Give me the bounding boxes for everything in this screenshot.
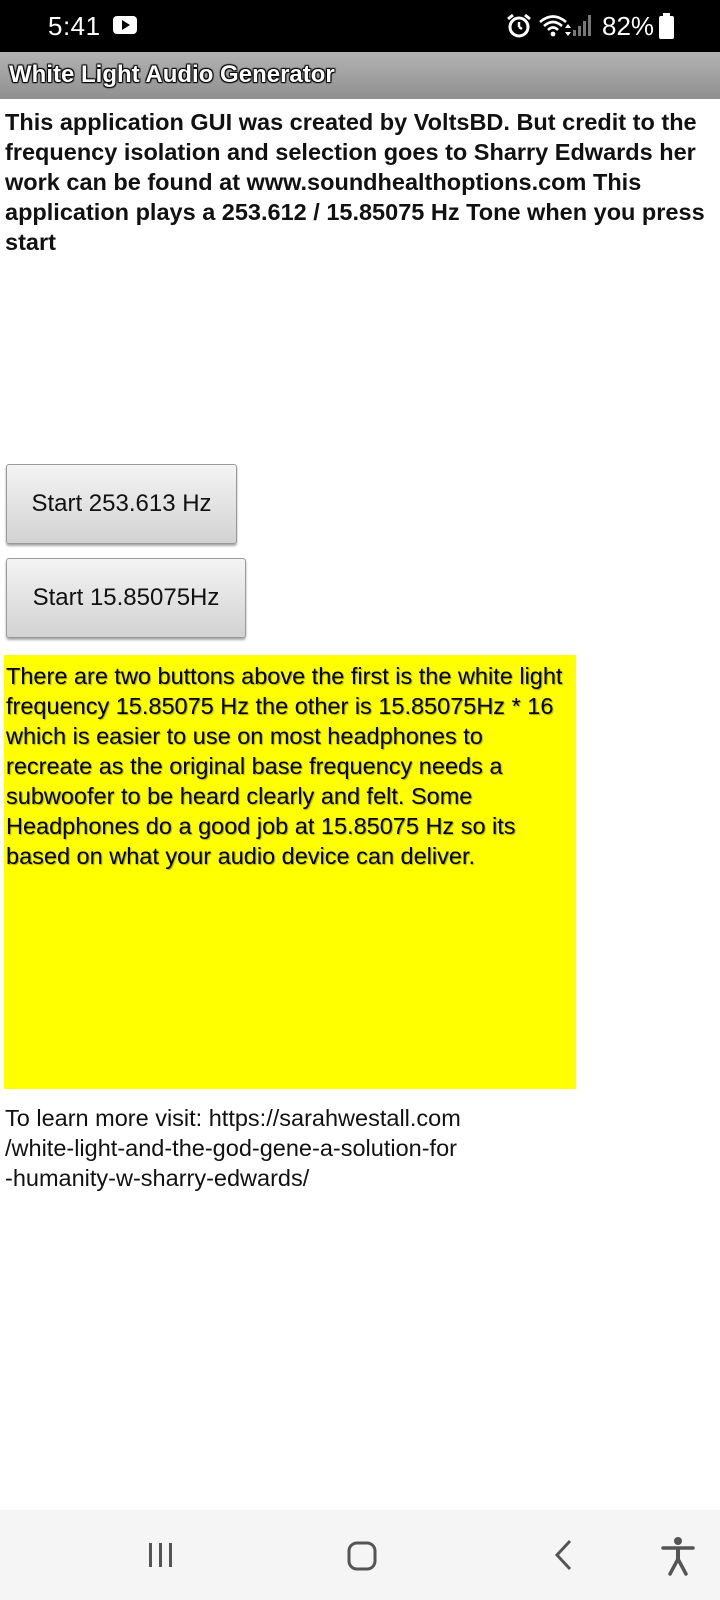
home-icon[interactable] [346,1540,378,1572]
wifi-icon [539,15,571,37]
status-time: 5:41 [48,11,101,41]
youtube-icon [113,16,137,34]
signal-icon [573,15,591,36]
info-box: There are two buttons above the first is… [4,655,576,1089]
info-text: There are two buttons above the first is… [6,663,563,869]
learn-more-text: To learn more visit: https://sarahwestal… [5,1105,461,1191]
app-title-bar: White Light Audio Generator [0,52,720,99]
back-icon[interactable] [553,1538,573,1572]
intro-text: This application GUI was created by Volt… [5,109,705,255]
app-title: White Light Audio Generator [9,61,335,88]
start-253-hz-button[interactable]: Start 253.613 Hz [6,464,237,544]
navigation-bar [0,1510,720,1600]
status-bar: 5:41 82% [0,0,720,52]
battery-percentage: 82% [602,11,655,41]
alarm-icon [507,13,531,38]
start-15-hz-button[interactable]: Start 15.85075Hz [6,558,246,638]
recent-apps-icon[interactable] [146,1540,176,1570]
accessibility-icon[interactable] [660,1536,696,1576]
battery-icon [659,13,674,39]
